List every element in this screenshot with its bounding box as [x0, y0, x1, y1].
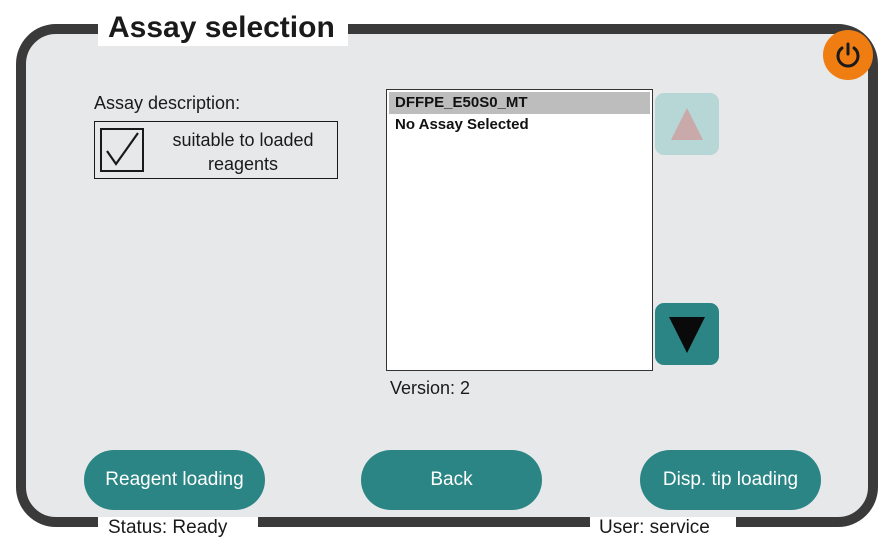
checkmark-icon [106, 132, 139, 166]
power-button[interactable] [823, 30, 873, 80]
user-text: User: service [599, 517, 710, 538]
arrow-down-icon [669, 317, 705, 353]
screen-title: Assay selection [108, 11, 335, 44]
suitable-filter: suitable to loaded reagents [94, 121, 338, 179]
arrow-up-icon [671, 108, 703, 140]
status-text: Status: Ready [108, 517, 228, 538]
scroll-up-button[interactable] [655, 93, 719, 155]
assay-list[interactable]: DFFPE_E50S0_MT No Assay Selected [386, 89, 653, 371]
reagent-loading-button[interactable]: Reagent loading [84, 450, 265, 510]
back-button[interactable]: Back [361, 450, 542, 510]
disp-tip-loading-button[interactable]: Disp. tip loading [640, 450, 821, 510]
version-label: Version: 2 [390, 378, 471, 398]
scroll-down-button[interactable] [655, 303, 719, 365]
power-icon [836, 42, 860, 68]
suitable-label: suitable to loaded reagents [153, 128, 333, 176]
suitable-label-line2: reagents [207, 154, 279, 174]
assay-list-item[interactable]: No Assay Selected [389, 114, 650, 136]
assay-list-item[interactable]: DFFPE_E50S0_MT [389, 92, 650, 114]
suitable-label-line1: suitable to loaded [172, 130, 314, 150]
assay-description-label: Assay description: [94, 93, 241, 113]
suitable-checkbox[interactable] [100, 128, 144, 172]
